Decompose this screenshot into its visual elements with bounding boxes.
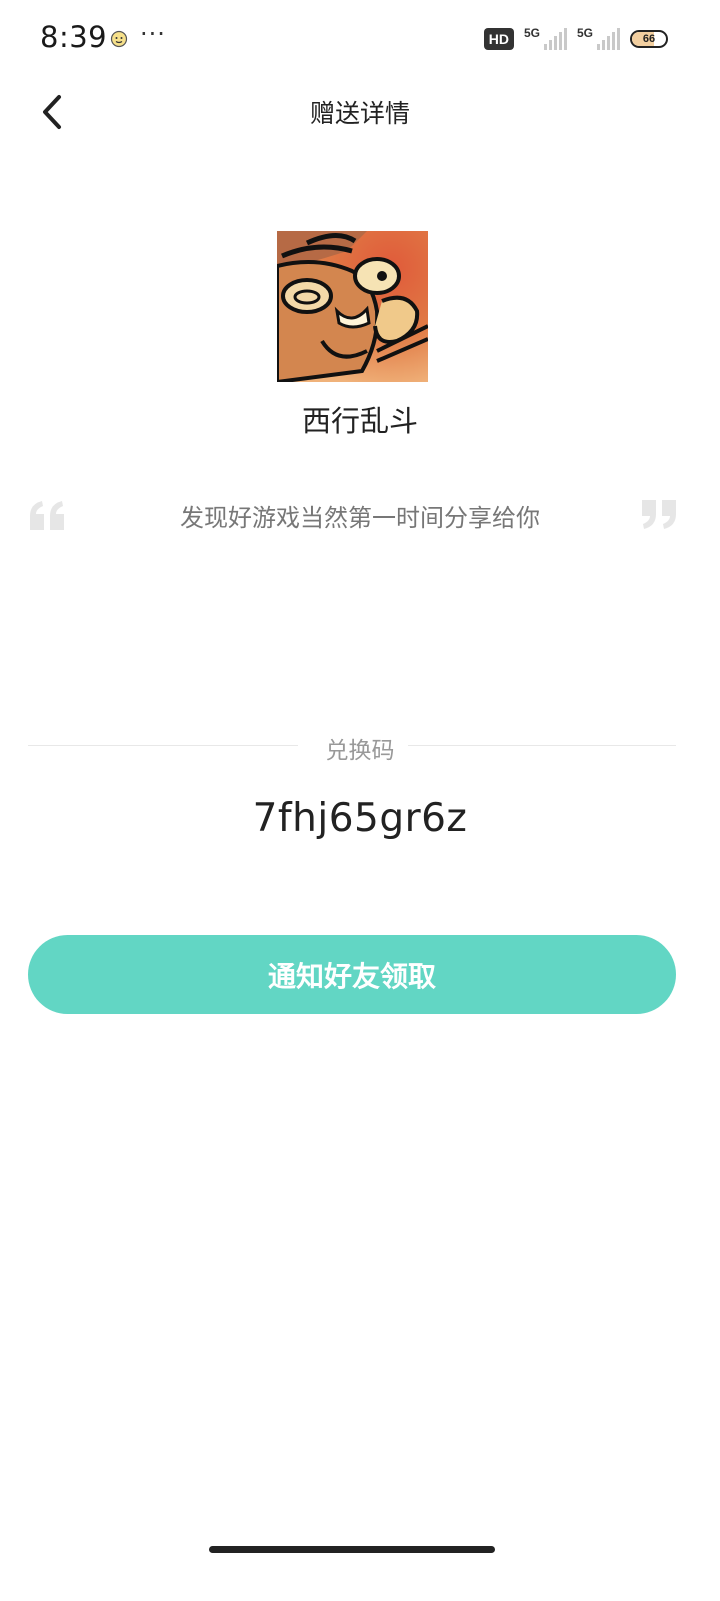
signal-bars-icon bbox=[597, 28, 620, 50]
game-icon[interactable] bbox=[277, 231, 428, 382]
divider-right bbox=[408, 745, 676, 746]
hd-badge: HD bbox=[483, 28, 514, 50]
signal-1: 5G bbox=[523, 26, 567, 50]
close-quote-icon bbox=[638, 500, 678, 534]
page-title: 赠送详情 bbox=[309, 99, 410, 128]
status-indicators: HD 5G 5G 66 bbox=[483, 24, 668, 54]
signal-2: 5G bbox=[576, 26, 620, 50]
network-type-2: 5G bbox=[576, 26, 593, 40]
signal-bars-icon bbox=[543, 28, 567, 50]
status-time: 8:39 bbox=[40, 20, 108, 54]
more-notifications-icon: ··· bbox=[140, 20, 166, 48]
network-type-1: 5G bbox=[523, 26, 540, 40]
battery-icon: 66 bbox=[630, 30, 668, 48]
redeem-code[interactable]: 7fhj65gr6z bbox=[0, 796, 720, 841]
home-indicator[interactable] bbox=[209, 1546, 495, 1553]
redeem-label: 兑换码 bbox=[325, 738, 395, 764]
share-message: 发现好游戏当然第一时间分享给你 bbox=[180, 504, 540, 532]
game-name: 西行乱斗 bbox=[301, 404, 418, 438]
notify-friend-button[interactable]: 通知好友领取 bbox=[28, 935, 676, 1014]
battery-level: 66 bbox=[642, 33, 656, 45]
notification-face-icon bbox=[110, 30, 128, 52]
